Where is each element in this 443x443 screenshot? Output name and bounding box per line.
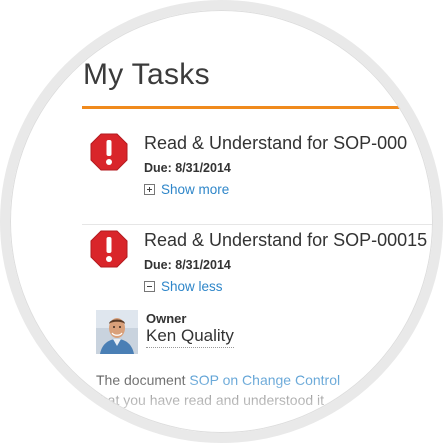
title-accent-rule — [82, 106, 422, 109]
task-due-date: Due: 8/31/2014 — [144, 161, 231, 175]
task-divider — [82, 224, 433, 225]
document-prefix: The document — [96, 372, 190, 388]
task-title[interactable]: Read & Understand for SOP-00015 — [144, 230, 427, 251]
show-more-label[interactable]: Show more — [161, 182, 229, 197]
exclamation-circle-icon — [90, 133, 128, 171]
avatar — [96, 310, 138, 354]
page-title: My Tasks — [83, 58, 210, 91]
plus-box-icon — [144, 184, 155, 195]
document-line-1: The document SOP on Change Control — [96, 370, 340, 390]
document-description: The document SOP on Change Control that … — [96, 370, 340, 410]
document-link[interactable]: SOP on Change Control — [189, 372, 340, 388]
task-due-date: Due: 8/31/2014 — [144, 258, 231, 272]
owner-label: Owner — [146, 311, 187, 326]
tasks-panel: My Tasks Read & Understand for SOP-000 D… — [10, 10, 433, 433]
task-title[interactable]: Read & Understand for SOP-000 — [144, 133, 407, 154]
document-line-2: that you have read and understood it — [96, 392, 325, 408]
exclamation-circle-icon — [90, 230, 128, 268]
show-less-label[interactable]: Show less — [161, 279, 223, 294]
show-less-toggle[interactable]: Show less — [144, 279, 223, 294]
minus-box-icon — [144, 281, 155, 292]
show-more-toggle[interactable]: Show more — [144, 182, 229, 197]
owner-name[interactable]: Ken Quality — [146, 326, 234, 348]
